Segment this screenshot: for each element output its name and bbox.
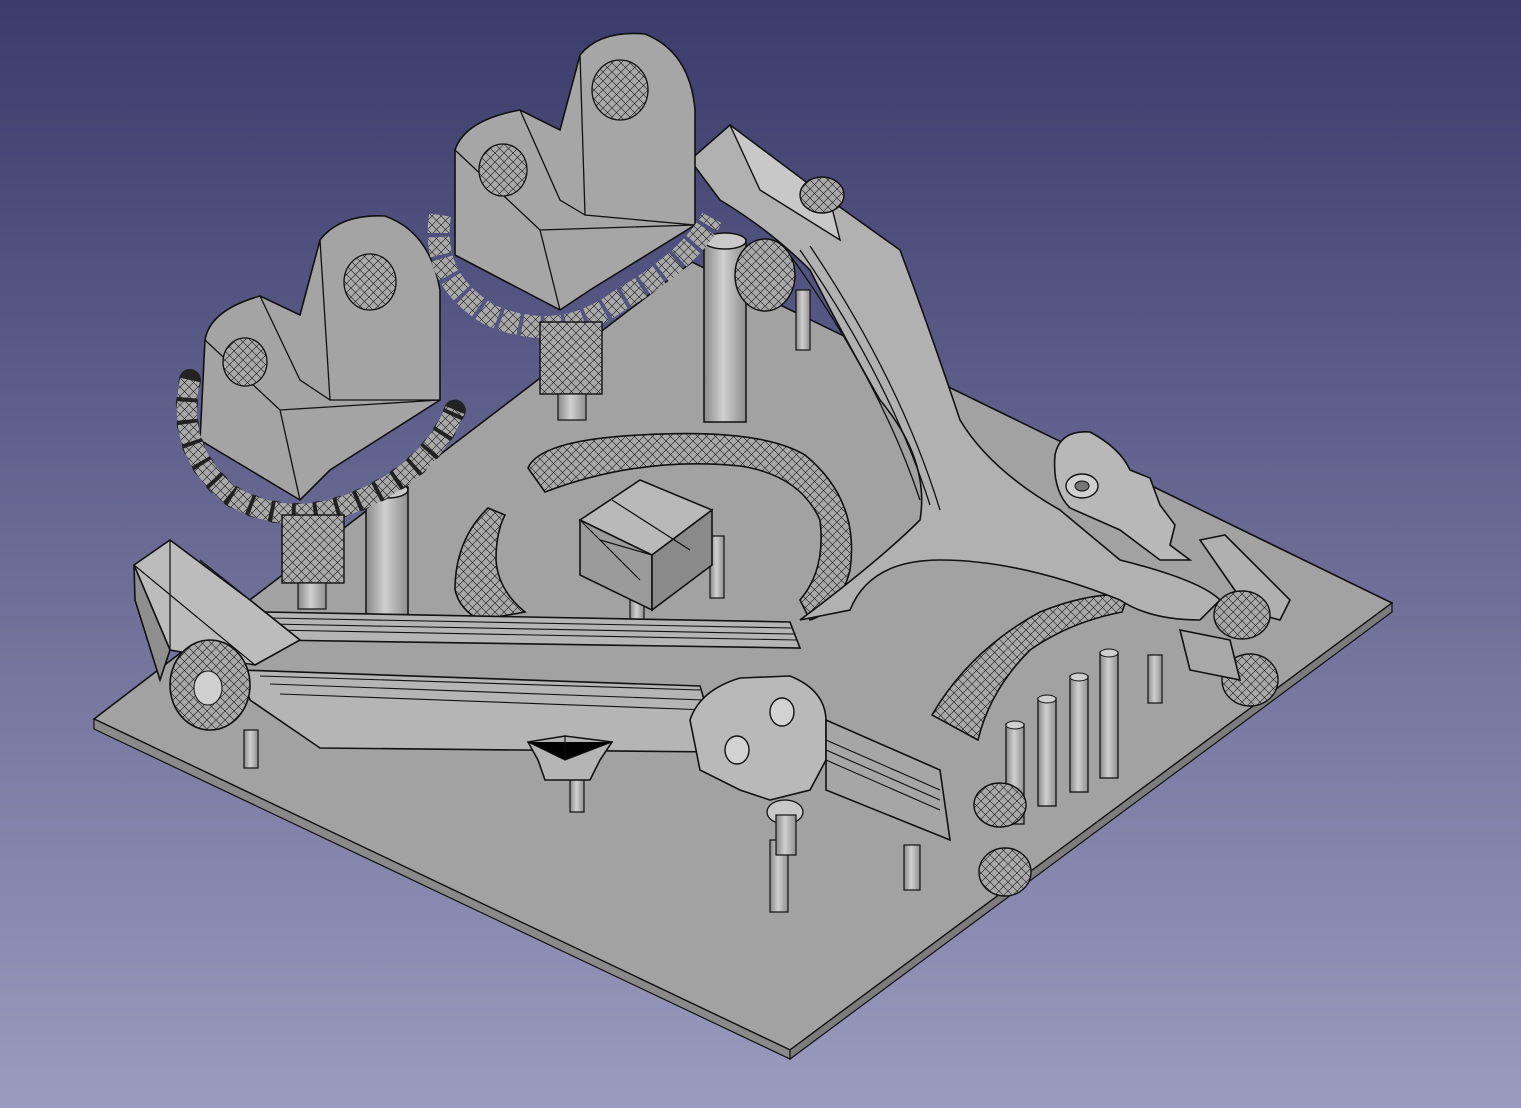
hinge-gear — [978, 847, 1032, 897]
sweep-arm-gear — [734, 238, 796, 312]
pin — [365, 486, 409, 618]
3d-model-scene[interactable] — [0, 0, 1521, 1108]
pin — [1147, 654, 1163, 704]
pin — [903, 844, 921, 891]
pin — [243, 729, 259, 769]
finger-stem — [539, 321, 603, 395]
3d-viewport[interactable] — [0, 0, 1521, 1108]
jaw-gear — [1213, 590, 1271, 640]
hinge-gear — [973, 782, 1027, 828]
pin — [795, 289, 811, 351]
finger-stem — [281, 514, 345, 584]
